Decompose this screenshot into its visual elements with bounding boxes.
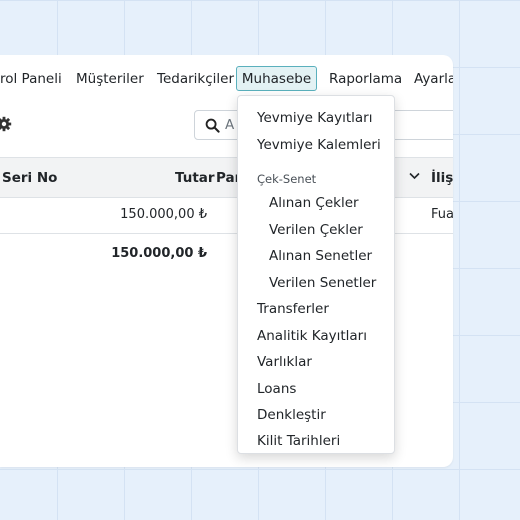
nav-item-control-panel[interactable]: rol Paneli (0, 71, 62, 87)
nav-item-settings[interactable]: Ayarla (414, 71, 453, 87)
nav-item-accounting-label: Muhasebe (241, 70, 312, 87)
nav-item-reporting[interactable]: Raporlama (329, 71, 402, 87)
chevron-down-icon[interactable] (409, 172, 420, 180)
menu-section-cheque-note: Çek-Senet (257, 172, 317, 186)
menu-item-received-cheques[interactable]: Alınan Çekler (269, 195, 359, 211)
table-total: 150.000,00 ₺ (111, 246, 207, 261)
dropdown-scrollbar[interactable] (384, 96, 393, 453)
menu-item-issued-cheques[interactable]: Verilen Çekler (269, 222, 363, 238)
menu-item-journal-items[interactable]: Yevmiye Kalemleri (257, 137, 381, 153)
menu-item-journal-entries[interactable]: Yevmiye Kayıtları (257, 110, 372, 126)
nav-item-accounting[interactable]: Muhasebe (236, 66, 317, 91)
accounting-dropdown-menu: Yevmiye Kayıtları Yevmiye Kalemleri Çek-… (237, 95, 395, 454)
menu-item-loans[interactable]: Loans (257, 381, 296, 397)
row-amount: 150.000,00 ₺ (120, 207, 207, 222)
menu-item-received-notes[interactable]: Alınan Senetler (269, 248, 372, 264)
menu-item-assets[interactable]: Varlıklar (257, 354, 312, 370)
gear-icon[interactable] (0, 116, 12, 132)
column-header-serial-no[interactable]: Seri No (2, 170, 57, 186)
column-header-relation[interactable]: İlişk (431, 170, 453, 186)
menu-item-reconcile[interactable]: Denkleştir (257, 407, 326, 423)
nav-item-customers[interactable]: Müşteriler (76, 71, 144, 87)
column-header-amount[interactable]: Tutar (175, 170, 215, 186)
menu-item-issued-notes[interactable]: Verilen Senetler (269, 275, 376, 291)
row-relation: Fua (431, 207, 453, 222)
search-icon (205, 118, 220, 133)
menu-item-lock-dates[interactable]: Kilit Tarihleri (257, 433, 340, 449)
nav-item-suppliers[interactable]: Tedarikçiler (157, 71, 234, 87)
menu-item-transfers[interactable]: Transferler (257, 301, 329, 317)
menu-item-analytic-entries[interactable]: Analitik Kayıtları (257, 328, 367, 344)
